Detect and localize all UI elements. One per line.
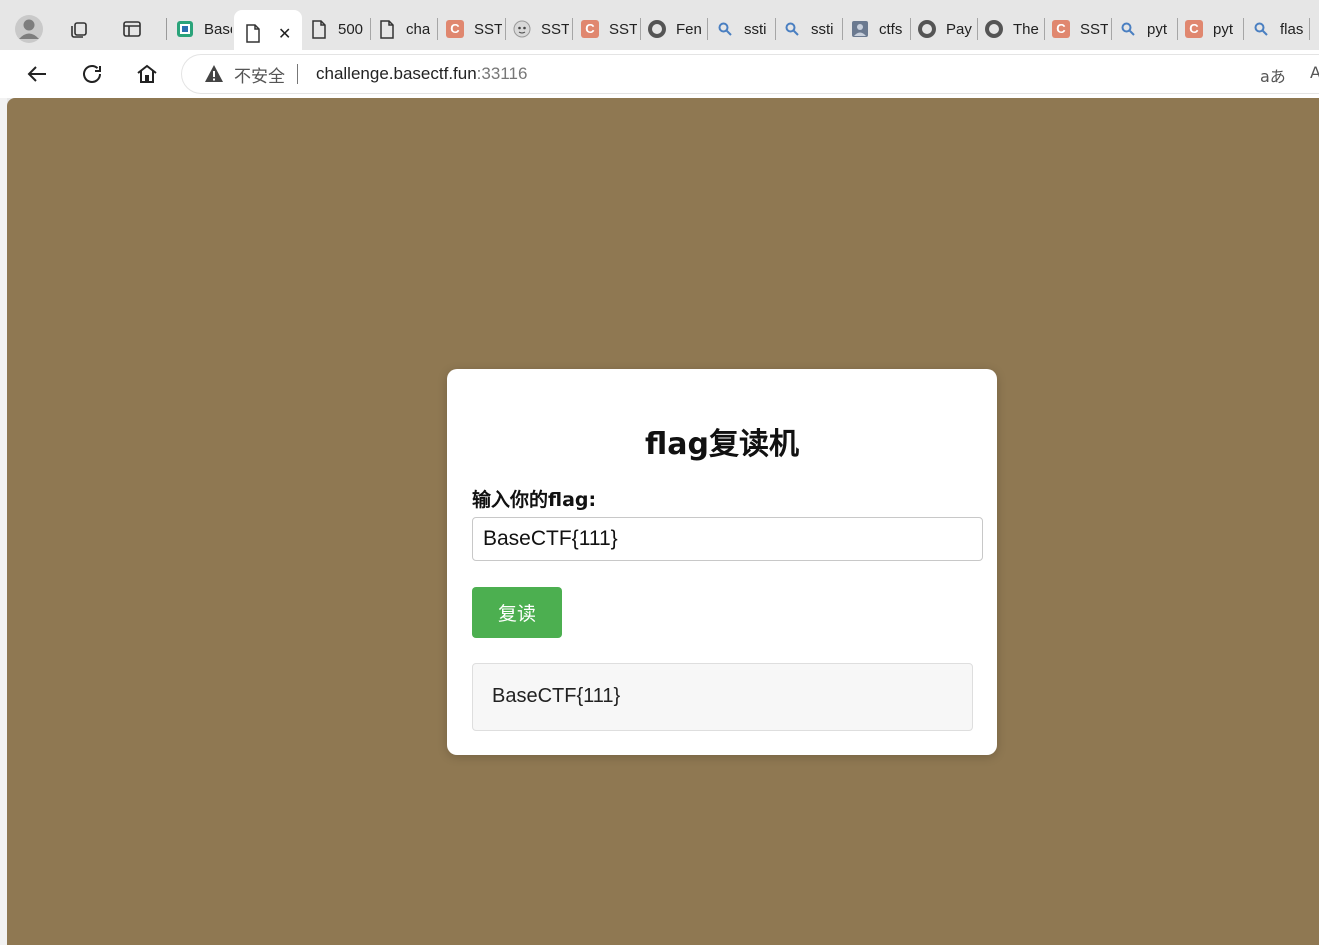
omnibox-divider (297, 64, 298, 84)
flag-input-label: 输入你的flag: (472, 489, 597, 511)
tab-the[interactable]: The (985, 10, 1041, 48)
reload-icon[interactable] (76, 58, 108, 90)
tab-label: ssti (811, 20, 834, 38)
back-arrow-icon[interactable] (21, 58, 53, 90)
tab-divider (370, 18, 371, 40)
tab-divider (1111, 18, 1112, 40)
tab-sst-3[interactable]: C SST (581, 10, 637, 48)
tab-divider (1177, 18, 1178, 40)
home-icon[interactable] (131, 58, 163, 90)
github-icon (985, 20, 1003, 38)
tab-base[interactable]: Base (176, 10, 232, 48)
tab-pyt-1[interactable]: pyt (1119, 10, 1175, 48)
url-port[interactable]: :33116 (477, 64, 528, 84)
flag-input[interactable] (472, 517, 983, 561)
tab-label: cha (406, 20, 431, 38)
flag-repeater-card: flag复读机 输入你的flag: 复读 BaseCTF{111} (447, 369, 997, 755)
tab-label: SST (609, 20, 637, 38)
tab-flas[interactable]: flas (1252, 10, 1308, 48)
tab-divider (775, 18, 776, 40)
result-text: BaseCTF{111} (492, 685, 621, 707)
result-box: BaseCTF{111} (472, 663, 973, 731)
page-title: flag复读机 (645, 427, 799, 462)
tab-sst-1[interactable]: C SST (446, 10, 502, 48)
tab-label: Fen (676, 20, 702, 38)
tab-500[interactable]: 500 (310, 10, 368, 48)
github-icon (648, 20, 666, 38)
tab-divider (505, 18, 506, 40)
tab-strip-divider (166, 18, 167, 40)
tab-strip: Base ✕ 500 cha C SST (0, 0, 1319, 56)
font-size-icon[interactable]: A (1310, 63, 1319, 82)
tab-label: 500 (338, 20, 364, 38)
url-host[interactable]: challenge.basectf.fun (316, 64, 477, 84)
tab-label: pyt (1213, 20, 1234, 38)
window-edge (0, 98, 7, 945)
tab-divider (1243, 18, 1244, 40)
tab-ssti-1[interactable]: ssti (716, 10, 772, 48)
tab-divider (1309, 18, 1310, 40)
avatar-icon (513, 20, 531, 38)
tab-divider (572, 18, 573, 40)
tab-actions-icon[interactable] (117, 14, 147, 44)
tab-label: SST (1080, 20, 1108, 38)
github-icon (918, 20, 936, 38)
search-icon (1252, 20, 1270, 38)
browser-toolbar: 不安全 challenge.basectf.fun:33116 aあ A (0, 50, 1319, 98)
tab-sst-2[interactable]: SST (513, 10, 569, 48)
tab-label: SST (541, 20, 569, 38)
tab-divider (707, 18, 708, 40)
c-logo-icon: C (446, 20, 464, 38)
search-icon (1119, 20, 1137, 38)
tab-sst-4[interactable]: C SST (1052, 10, 1108, 48)
tab-divider (910, 18, 911, 40)
warning-icon[interactable] (204, 64, 224, 84)
page-icon (244, 23, 262, 43)
tab-label: pyt (1147, 20, 1168, 38)
tab-label: flas (1280, 20, 1304, 38)
tab-label: ctfs (879, 20, 903, 38)
page-icon (310, 19, 328, 39)
address-bar[interactable]: 不安全 challenge.basectf.fun:33116 (182, 55, 1319, 93)
close-tab-icon[interactable]: ✕ (278, 24, 291, 43)
tab-divider (1044, 18, 1045, 40)
tab-label: Base (204, 20, 232, 38)
c-logo-icon: C (1052, 20, 1070, 38)
tab-divider (977, 18, 978, 40)
tab-divider (437, 18, 438, 40)
tab-label: Pay (946, 20, 972, 38)
tab-fen[interactable]: Fen (648, 10, 704, 48)
tab-pyt-2[interactable]: C pyt (1185, 10, 1241, 48)
tab-label: SST (474, 20, 502, 38)
page-viewport: flag复读机 输入你的flag: 复读 BaseCTF{111} (7, 98, 1319, 945)
search-icon (716, 20, 734, 38)
tab-pay[interactable]: Pay (918, 10, 974, 48)
repeat-button[interactable]: 复读 (472, 587, 562, 638)
c-logo-icon: C (581, 20, 599, 38)
tab-cha[interactable]: cha (378, 10, 434, 48)
security-status-label[interactable]: 不安全 (234, 62, 285, 87)
tab-label: ssti (744, 20, 767, 38)
read-aloud-icon[interactable]: aあ (1260, 63, 1286, 87)
search-icon (783, 20, 801, 38)
tab-label: The (1013, 20, 1039, 38)
tab-ssti-2[interactable]: ssti (783, 10, 839, 48)
puzzle-logo-icon (176, 20, 194, 38)
tab-divider (842, 18, 843, 40)
workspaces-icon[interactable] (64, 14, 94, 44)
tab-divider (640, 18, 641, 40)
c-logo-icon: C (1185, 20, 1203, 38)
tab-ctfs[interactable]: ctfs (851, 10, 907, 48)
page-icon (378, 19, 396, 39)
avatar-icon (851, 20, 869, 38)
profile-avatar-icon[interactable] (14, 14, 44, 44)
